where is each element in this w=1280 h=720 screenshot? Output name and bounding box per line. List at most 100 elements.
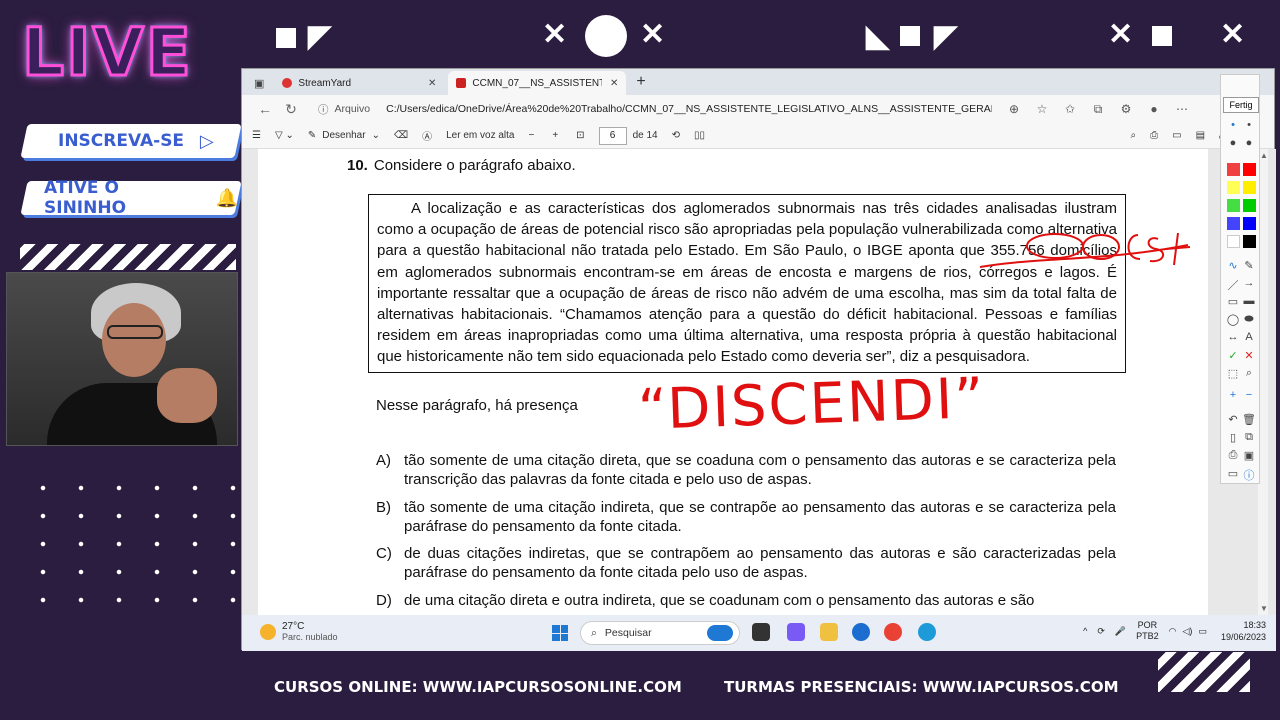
pointer-icon[interactable]: • (1225, 119, 1241, 131)
profile-icon[interactable]: ● (1140, 102, 1168, 116)
tab-streamyard[interactable]: StreamYard ✕ (274, 71, 444, 95)
color-swatch-yellow[interactable] (1243, 181, 1256, 194)
start-icon[interactable] (552, 625, 568, 641)
url-text[interactable]: C:/Users/edica/OneDrive/Área%20de%20Trab… (386, 103, 992, 115)
fit-page-icon[interactable]: ⊡ (576, 130, 584, 141)
line-icon[interactable]: ／ (1225, 277, 1241, 293)
close-icon[interactable]: ✕ (428, 78, 436, 89)
ellipse-icon[interactable]: ◯ (1225, 313, 1241, 326)
screen-icon[interactable]: ▭ (1225, 467, 1241, 480)
close-icon[interactable]: ✕ (610, 78, 618, 89)
copy-icon[interactable]: ⧉ (1241, 431, 1257, 444)
zoom-tool-icon[interactable]: ⌕ (1241, 367, 1257, 380)
done-button[interactable]: Fertig (1223, 97, 1259, 113)
address-bar[interactable]: ⓘ Arquivo C:/Users/edica/OneDrive/Área%2… (310, 98, 1000, 120)
extension-icon[interactable]: ⚙ (1112, 102, 1140, 116)
cross-icon[interactable]: ✕ (1241, 349, 1257, 362)
x-decoration: ✕ (1108, 18, 1134, 51)
read-aloud-button[interactable]: Ler em voz alta (446, 130, 514, 141)
option-c[interactable]: C) de duas citações indiretas, que se co… (376, 544, 1116, 582)
streamyard-icon (282, 78, 293, 88)
color-swatch-black[interactable] (1243, 235, 1256, 248)
text-icon[interactable]: Ⓐ (422, 128, 432, 143)
option-b[interactable]: B) tão somente de uma citação indireta, … (376, 498, 1116, 536)
highlight-icon[interactable]: ▽ ⌄ (275, 130, 294, 141)
color-swatch-red-light[interactable] (1227, 163, 1240, 176)
rectangle-icon[interactable]: ▭ (1225, 295, 1241, 308)
dot-size-icon[interactable]: • (1241, 119, 1257, 131)
sync-icon[interactable]: ⟳ (1097, 626, 1105, 637)
color-swatch-green-light[interactable] (1227, 199, 1240, 212)
edge-icon[interactable] (918, 623, 936, 641)
chevron-up-icon[interactable]: ^ (1083, 626, 1087, 636)
print-tool-icon[interactable]: ⎙ (1225, 449, 1241, 462)
menu-icon[interactable]: ⋯ (1168, 102, 1196, 116)
color-swatch-blue[interactable] (1243, 217, 1256, 230)
rotate-icon[interactable]: ⟲ (672, 130, 680, 141)
save-icon[interactable]: ▭ (1172, 130, 1181, 141)
quoted-paragraph-box: A localização e as características dos a… (368, 194, 1126, 373)
info-circle-icon[interactable]: ⓘ (1241, 467, 1257, 483)
collections-icon[interactable]: ⧉ (1084, 102, 1112, 117)
select-icon[interactable]: ⬚ (1225, 367, 1241, 380)
zoom-in-icon[interactable]: + (552, 130, 558, 141)
text-tool-icon[interactable]: A (1241, 331, 1257, 343)
print-icon[interactable]: ⎙ (1150, 130, 1158, 141)
option-text: tão somente de uma citação direta, que s… (404, 452, 1116, 488)
filled-ellipse-icon[interactable]: ⬬ (1241, 313, 1257, 326)
find-icon[interactable]: ⌕ (1131, 130, 1137, 141)
save-as-icon[interactable]: ▤ (1196, 130, 1205, 141)
subscribe-banner: INSCREVA-SE ▷ (20, 124, 242, 158)
volume-icon[interactable]: ◁) (1183, 626, 1193, 637)
arrow-icon[interactable]: → (1241, 277, 1257, 289)
disk-icon[interactable]: ▣ (1241, 449, 1257, 462)
option-d[interactable]: D) de uma citação direta e outra indiret… (376, 591, 1116, 610)
page-view-icon[interactable]: ▯▯ (694, 130, 705, 141)
contents-icon[interactable]: ☰ (252, 130, 261, 141)
draw-button[interactable]: ✎ Desenhar ⌄ (308, 130, 380, 141)
eraser-icon[interactable]: ⌫ (394, 130, 408, 141)
mic-icon[interactable]: 🎤 (1115, 626, 1126, 637)
tab-pdf[interactable]: CCMN_07__NS_ASSISTENTE_LEGI ✕ (448, 71, 627, 95)
highlighter-icon[interactable]: ✎ (1241, 259, 1257, 272)
brush-size-icon[interactable]: ● (1225, 137, 1241, 149)
favorite-icon[interactable]: ☆ (1028, 102, 1056, 116)
color-swatch-green[interactable] (1243, 199, 1256, 212)
battery-icon[interactable]: ▭ (1198, 626, 1207, 637)
brush-size-large-icon[interactable]: ● (1241, 137, 1257, 149)
color-swatch-red[interactable] (1243, 163, 1256, 176)
trash-icon[interactable]: 🗑 (1241, 413, 1257, 426)
language-indicator[interactable]: POR PTB2 (1136, 620, 1159, 642)
option-a[interactable]: A) tão somente de uma citação direta, qu… (376, 451, 1116, 489)
filled-rectangle-icon[interactable]: ▬ (1241, 295, 1257, 307)
refresh-icon[interactable]: ↻ (278, 101, 304, 118)
info-icon[interactable]: ⓘ (318, 102, 329, 117)
favorites-bar-icon[interactable]: ✩ (1056, 102, 1084, 116)
weather-widget[interactable]: 27°C Parc. nublado (260, 621, 338, 642)
tab-actions-icon[interactable]: ▣ (254, 77, 264, 90)
color-swatch-blue-light[interactable] (1227, 217, 1240, 230)
file-explorer-icon[interactable] (820, 623, 838, 641)
color-swatch-white[interactable] (1227, 235, 1240, 248)
undo-icon[interactable]: ↶ (1225, 413, 1241, 426)
check-icon[interactable]: ✓ (1225, 349, 1241, 362)
new-tab-button[interactable]: + (636, 73, 645, 91)
plus-icon[interactable]: + (1225, 389, 1241, 401)
freehand-icon[interactable]: ∿ (1225, 259, 1241, 272)
chrome-icon[interactable] (884, 623, 902, 641)
document-icon[interactable]: ▯ (1225, 431, 1241, 444)
taskbar-search[interactable]: ⌕ Pesquisar (580, 621, 740, 645)
back-icon[interactable]: ← (252, 101, 278, 117)
zoom-icon[interactable]: ⊕ (1000, 102, 1028, 116)
wifi-icon[interactable]: ◠ (1169, 626, 1177, 637)
page-number-input[interactable]: 6 (598, 126, 627, 145)
option-text: tão somente de uma citação indireta, que… (404, 499, 1116, 535)
color-swatch-yellow-light[interactable] (1227, 181, 1240, 194)
double-arrow-icon[interactable]: ↔ (1225, 331, 1241, 343)
minus-icon[interactable]: − (1241, 389, 1257, 401)
dell-icon[interactable] (852, 623, 870, 641)
clock[interactable]: 18:33 19/06/2023 (1221, 619, 1266, 643)
task-view-icon[interactable] (752, 623, 770, 641)
teams-icon[interactable] (787, 623, 805, 641)
zoom-out-icon[interactable]: − (528, 130, 534, 141)
